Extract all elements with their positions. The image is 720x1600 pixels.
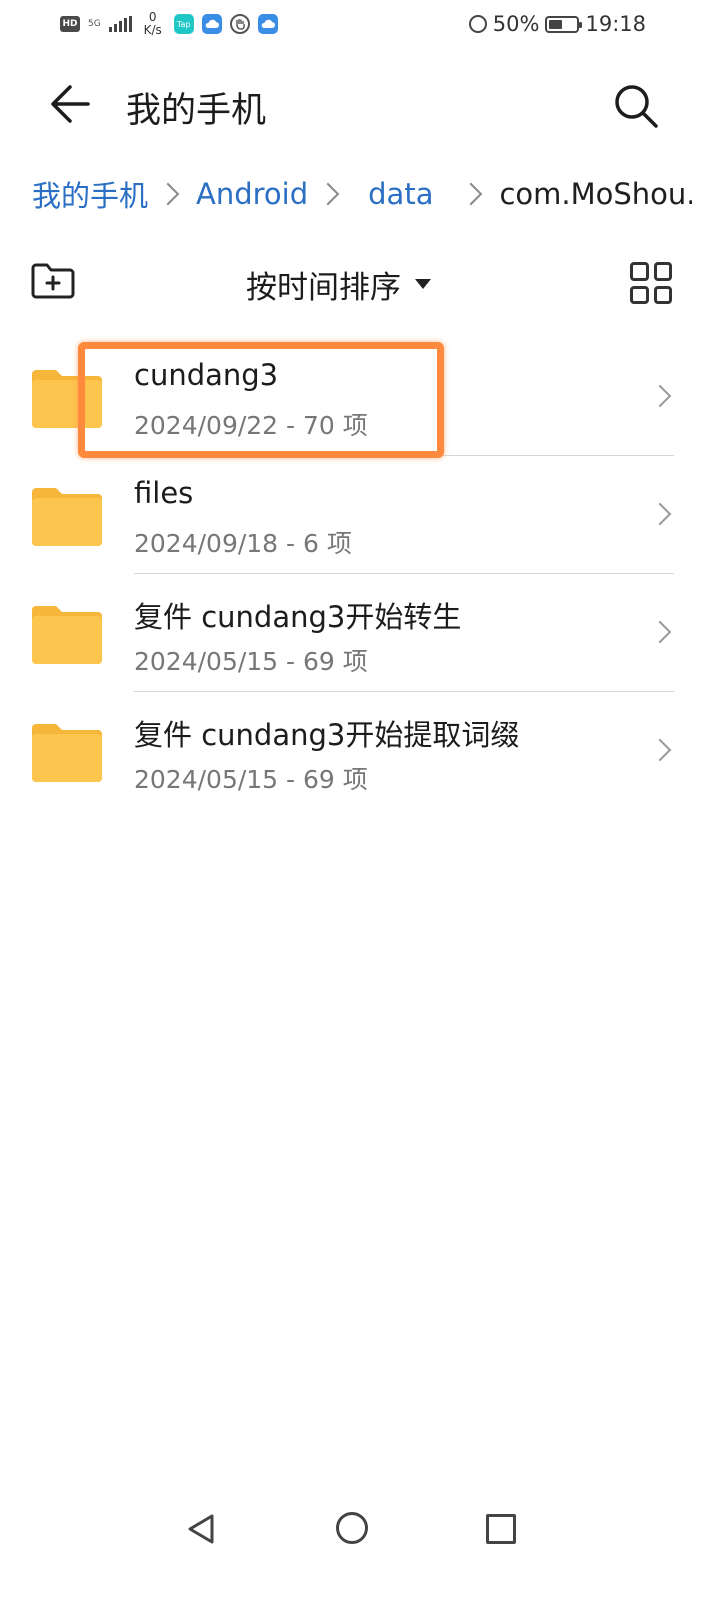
- chevron-right-icon: [648, 384, 672, 408]
- folder-icon: [32, 488, 102, 546]
- grid-cell: [630, 285, 649, 304]
- chevron-right-icon: [156, 182, 180, 206]
- status-left: HD 5G 0 K/s Tap: [60, 8, 278, 40]
- hd-badge: HD: [60, 16, 80, 32]
- breadcrumb: 我的手机 Android data com.MoShou...: [32, 170, 692, 218]
- grid-view-button[interactable]: [630, 262, 672, 304]
- nav-recent-icon[interactable]: [486, 1514, 516, 1544]
- status-right: 50% 19:18: [468, 8, 646, 40]
- grid-cell: [653, 262, 672, 281]
- hand-icon: [229, 14, 250, 34]
- sort-label: 按时间排序: [246, 269, 401, 306]
- chevron-right-icon: [316, 182, 340, 206]
- folder-icon: [32, 724, 102, 782]
- file-name: 复件 cundang3开始提取词缀: [134, 718, 520, 752]
- breadcrumb-my-phone[interactable]: 我的手机: [32, 173, 148, 215]
- breadcrumb-data[interactable]: data: [368, 177, 433, 211]
- grid-view-icon: [630, 262, 649, 281]
- grid-cell: [653, 285, 672, 304]
- app-header: 我的手机: [0, 62, 720, 146]
- file-meta: 2024/09/18 - 6 项: [134, 529, 352, 558]
- chevron-right-icon: [648, 502, 672, 526]
- status-bar: HD 5G 0 K/s Tap 50% 19:18: [0, 0, 720, 48]
- clock: 19:18: [585, 12, 646, 36]
- back-button[interactable]: [44, 78, 96, 130]
- alarm-icon: [468, 15, 487, 33]
- nav-back-icon[interactable]: [184, 1512, 218, 1546]
- search-button[interactable]: [606, 76, 666, 136]
- nav-bar: [0, 1490, 720, 1570]
- signal-icon: [108, 16, 132, 32]
- search-icon: [615, 85, 658, 128]
- new-folder-button[interactable]: [30, 260, 80, 304]
- highlight-box: [78, 342, 444, 458]
- chevron-right-icon: [460, 182, 483, 206]
- caret-down-icon: [415, 279, 431, 289]
- list-item[interactable]: 复件 cundang3开始转生 2024/05/15 - 69 项: [0, 574, 720, 692]
- battery-level: [549, 19, 563, 29]
- chevron-right-icon: [648, 738, 672, 762]
- toolbar: 按时间排序: [0, 250, 720, 320]
- battery-percent: 50%: [492, 12, 540, 36]
- arrow-left-icon: [51, 85, 90, 123]
- page-title: 我的手机: [126, 91, 267, 131]
- breadcrumb-android[interactable]: Android: [196, 177, 308, 211]
- folder-icon: [32, 606, 102, 664]
- battery-icon: [545, 15, 583, 33]
- speed-unit: K/s: [143, 23, 162, 37]
- chevron-right-icon: [648, 620, 672, 644]
- network-type: 5G: [88, 18, 101, 29]
- tap-icon: Tap: [173, 14, 194, 34]
- file-meta: 2024/05/15 - 69 项: [134, 765, 368, 794]
- folder-plus-icon: [31, 263, 75, 299]
- file-name: files: [134, 476, 194, 510]
- network-speed: 0 K/s: [140, 11, 166, 37]
- breadcrumb-current: com.MoShou...: [499, 177, 692, 211]
- list-item[interactable]: 复件 cundang3开始提取词缀 2024/05/15 - 69 项: [0, 692, 720, 810]
- sort-dropdown[interactable]: 按时间排序: [246, 260, 431, 308]
- list-item[interactable]: files 2024/09/18 - 6 项: [0, 456, 720, 574]
- file-name: 复件 cundang3开始转生: [134, 600, 462, 634]
- nav-home-icon[interactable]: [336, 1512, 368, 1544]
- cloud-icon: [257, 14, 278, 34]
- file-meta: 2024/05/15 - 69 项: [134, 647, 368, 676]
- cloud-icon: [201, 14, 222, 34]
